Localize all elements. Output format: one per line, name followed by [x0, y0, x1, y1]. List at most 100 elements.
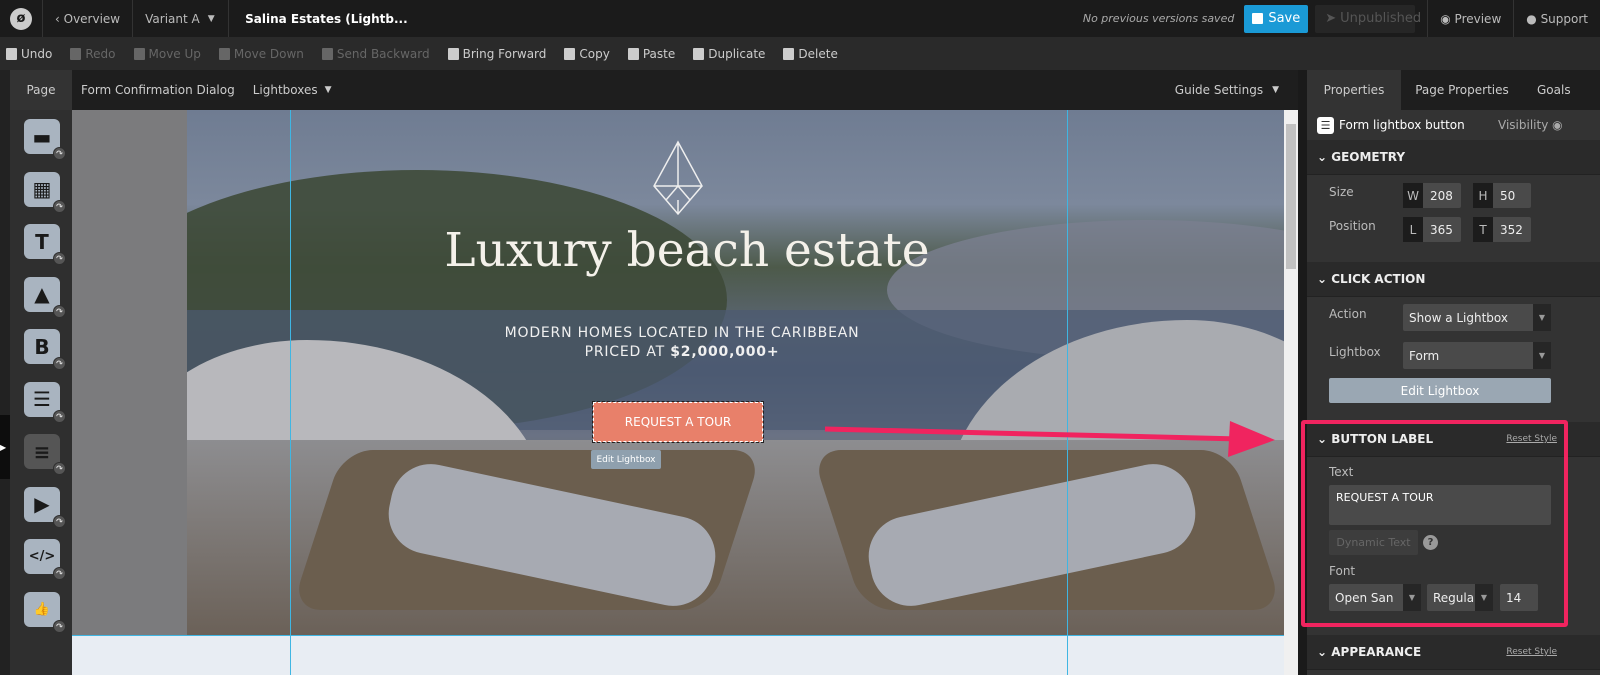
geometry-title: GEOMETRY — [1331, 150, 1406, 164]
undo-button[interactable]: Undo — [6, 47, 52, 61]
element-name: Form lightbox button — [1339, 118, 1465, 132]
paste-button[interactable]: Paste — [627, 47, 675, 61]
fold-line[interactable] — [72, 635, 1284, 636]
chevron-left-icon: ‹ — [55, 11, 64, 26]
action-select[interactable]: Show a Lightbox ▼ — [1403, 304, 1551, 331]
lightbox-select[interactable]: Form ▼ — [1403, 342, 1551, 369]
variant-dropdown[interactable]: Variant A ▼ — [133, 0, 230, 37]
save-button[interactable]: Save — [1244, 4, 1309, 33]
send-backward-icon — [321, 47, 333, 60]
image-glyph: ▲ — [34, 282, 50, 306]
canvas-scrollbar[interactable] — [1284, 110, 1298, 675]
move-down-icon — [218, 47, 230, 60]
h-key: H — [1473, 183, 1493, 208]
side-strip: ▶ — [0, 70, 10, 675]
hero-title[interactable]: Luxury beach estate — [187, 223, 1187, 278]
redo-label: Redo — [85, 46, 116, 61]
guide-settings-label: Guide Settings — [1174, 83, 1264, 97]
move-up-label: Move Up — [148, 46, 201, 61]
height-field[interactable]: H 50 — [1473, 183, 1531, 208]
text-icon[interactable]: T ↷ — [24, 224, 66, 265]
hero-subtitle[interactable]: MODERN HOMES LOCATED IN THE CARIBBEAN PR… — [187, 324, 1177, 362]
paste-icon — [627, 47, 639, 60]
expand-arrow-icon[interactable]: ▶ — [0, 415, 10, 479]
visibility-toggle[interactable]: Visibility ◉ — [1498, 118, 1563, 132]
tab-lightboxes[interactable]: Lightboxes ▼ — [244, 70, 341, 110]
hero-section[interactable]: Luxury beach estate MODERN HOMES LOCATED… — [187, 110, 1284, 635]
edit-lightbox-tag[interactable]: Edit Lightbox — [591, 450, 661, 469]
w-value: 208 — [1430, 188, 1453, 203]
l-value: 365 — [1430, 222, 1453, 237]
chevron-down-icon: ⌄ — [1317, 645, 1332, 659]
price-prefix: PRICED AT — [584, 344, 671, 360]
geometry-header[interactable]: ⌄ GEOMETRY — [1307, 140, 1600, 175]
redo-button[interactable]: Redo — [70, 46, 116, 61]
reset-style-link[interactable]: Reset Style — [1506, 647, 1557, 657]
publish-label: Unpublished — [1340, 11, 1422, 26]
help-icon: ● — [1526, 11, 1541, 26]
support-menu[interactable]: ● Support — [1514, 0, 1600, 37]
tab-page[interactable]: Page — [10, 70, 72, 110]
action-label: Action — [1329, 307, 1367, 321]
guide-settings-dropdown[interactable]: Guide Settings ▼ — [1166, 70, 1288, 110]
delete-button[interactable]: Delete — [783, 46, 838, 61]
t-key: T — [1473, 217, 1493, 242]
subtitle-line-2: PRICED AT $2,000,000+ — [187, 343, 1177, 362]
visibility-label: Visibility — [1498, 118, 1549, 132]
redo-arrow-icon: ↷ — [53, 357, 66, 370]
code-icon[interactable]: </> ↷ — [24, 539, 66, 580]
overview-link[interactable]: ‹ Overview — [43, 0, 134, 37]
publish-button[interactable]: ➤ Unpublished — [1315, 4, 1421, 33]
appearance-header[interactable]: ⌄ APPEARANCE Reset Style — [1307, 635, 1600, 670]
position-label: Position — [1329, 219, 1376, 233]
caret-down-icon: ▼ — [1533, 304, 1551, 331]
button-icon[interactable]: B ↷ — [24, 329, 66, 370]
caret-down-icon: ▼ — [324, 85, 332, 95]
copy-button[interactable]: Copy — [564, 46, 610, 61]
form-icon[interactable]: ☰ ↷ — [24, 381, 66, 423]
h-value: 50 — [1500, 188, 1516, 203]
form-fields-icon[interactable]: ≡ ↷ — [24, 434, 66, 475]
send-backward-button[interactable]: Send Backward — [321, 47, 430, 61]
guide-line-left[interactable] — [290, 110, 291, 675]
redo-arrow-icon: ↷ — [53, 304, 66, 318]
tab-properties[interactable]: Properties — [1307, 70, 1401, 110]
move-up-button[interactable]: Move Up — [133, 46, 201, 61]
social-icon[interactable]: 👍 ↷ — [24, 591, 66, 633]
subtitle-line-1: MODERN HOMES LOCATED IN THE CARIBBEAN — [504, 325, 860, 341]
left-field[interactable]: L 365 — [1403, 217, 1461, 242]
page-tabs: Page Form Confirmation Dialog Lightboxes… — [10, 70, 1298, 110]
t-value: 352 — [1500, 222, 1523, 237]
section-icon[interactable]: ▬ ↷ — [24, 119, 66, 160]
move-down-button[interactable]: Move Down — [218, 47, 304, 61]
copy-label: Copy — [579, 46, 610, 61]
lightboxes-label: Lightboxes — [252, 83, 318, 97]
tab-page-properties[interactable]: Page Properties — [1401, 70, 1523, 110]
delete-label: Delete — [798, 46, 838, 61]
image-icon[interactable]: ▲ ↷ — [24, 276, 66, 318]
top-field[interactable]: T 352 — [1473, 217, 1531, 242]
edit-lightbox-button[interactable]: Edit Lightbox — [1329, 378, 1551, 403]
redo-arrow-icon: ↷ — [53, 252, 66, 265]
size-label: Size — [1329, 185, 1354, 199]
tab-form-confirmation[interactable]: Form Confirmation Dialog — [72, 70, 244, 110]
preview-button[interactable]: ◉ Preview — [1427, 0, 1515, 37]
paper-plane-icon: ➤ — [1325, 11, 1337, 26]
width-field[interactable]: W 208 — [1403, 183, 1461, 208]
tab-goals[interactable]: Goals — [1523, 70, 1600, 110]
click-action-title: CLICK ACTION — [1331, 272, 1426, 286]
guide-line-right[interactable] — [1067, 110, 1068, 675]
click-action-header[interactable]: ⌄ CLICK ACTION — [1307, 262, 1600, 297]
bring-forward-button[interactable]: Bring Forward — [447, 47, 546, 61]
request-tour-button[interactable]: REQUEST A TOUR — [592, 401, 764, 443]
box-icon[interactable]: ▦ ↷ — [24, 171, 66, 213]
copy-icon — [564, 47, 576, 60]
bring-forward-icon — [447, 47, 459, 60]
scrollbar-thumb[interactable] — [1286, 124, 1296, 269]
logo[interactable]: ø — [0, 0, 43, 37]
video-icon[interactable]: ▶ ↷ — [24, 486, 66, 528]
redo-arrow-icon: ↷ — [53, 619, 66, 633]
overview-label: Overview — [63, 11, 121, 26]
page-name[interactable]: Salina Estates (Lightb... — [229, 0, 420, 37]
duplicate-button[interactable]: Duplicate — [693, 47, 765, 61]
